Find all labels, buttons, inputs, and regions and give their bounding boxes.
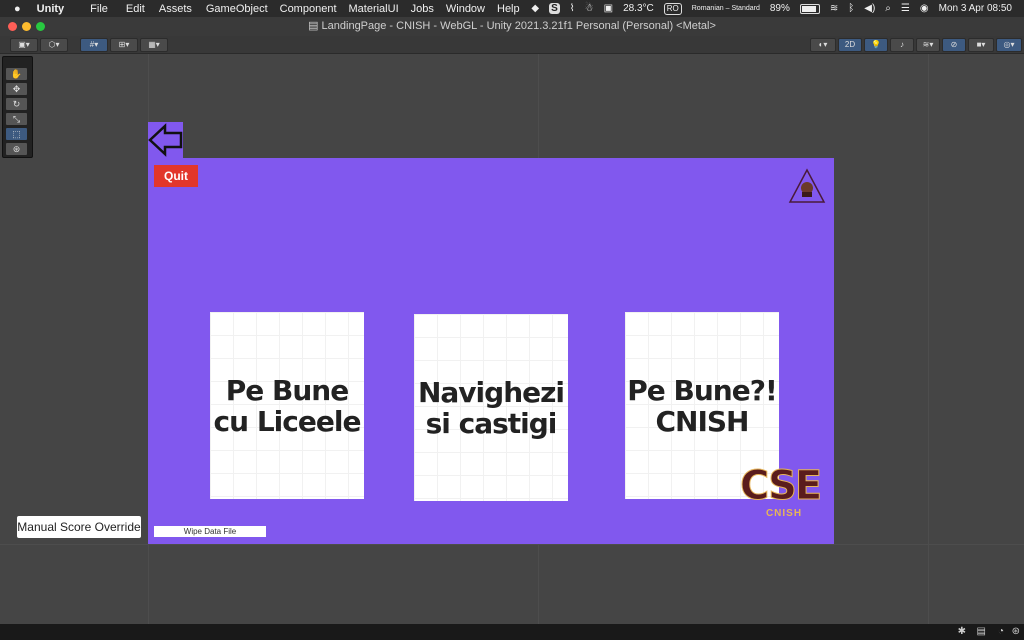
menu-materialui[interactable]: MaterialUI bbox=[349, 3, 399, 15]
scene-tools-panel: ✋ ✥ ↻ ⤡ ⬚ ⊛ bbox=[2, 56, 33, 158]
grid-snapping-dropdown[interactable]: #▾ bbox=[80, 38, 108, 52]
increment-snap-dropdown[interactable]: ⊞▾ bbox=[110, 38, 138, 52]
macos-menu-bar: ● Unity File Edit Assets GameObject Comp… bbox=[0, 0, 1024, 17]
menu-app-name[interactable]: Unity bbox=[37, 3, 65, 15]
apple-icon[interactable]: ● bbox=[14, 3, 21, 15]
zoom-window-button[interactable] bbox=[36, 22, 45, 31]
lighting-toggle-icon[interactable]: 💡 bbox=[864, 38, 888, 52]
cse-logo-text: CSE bbox=[740, 463, 823, 509]
menu-help[interactable]: Help bbox=[497, 3, 520, 15]
audio-toggle-icon[interactable]: ♪ bbox=[890, 38, 914, 52]
hand-tool-icon[interactable]: ✋ bbox=[6, 68, 27, 80]
window-title: LandingPage - CNISH - WebGL - Unity 2021… bbox=[321, 20, 716, 32]
collab-icon[interactable]: ⊛ bbox=[1012, 626, 1020, 637]
mode-2d-toggle[interactable]: 2D bbox=[838, 38, 862, 52]
clip-icon[interactable]: ⌇ bbox=[570, 3, 575, 14]
cse-logo-subtext: CNISH bbox=[765, 508, 803, 519]
scene-view[interactable]: ✋ ✥ ↻ ⤡ ⬚ ⊛ Quit Pe Bune cu Liceele Navi… bbox=[0, 54, 1024, 624]
shading-mode-dropdown[interactable]: ▣▾ bbox=[10, 38, 38, 52]
card-label: Pe Bune cu Liceele bbox=[213, 373, 362, 438]
wifi-icon[interactable]: ≋ bbox=[830, 3, 838, 14]
menu-component[interactable]: Component bbox=[280, 3, 337, 15]
card-navighezi-si-castigi[interactable]: Navighezi si castigi bbox=[414, 314, 568, 501]
spotlight-search-icon[interactable]: ⌕ bbox=[885, 3, 891, 14]
debug-icon[interactable]: ✱ bbox=[958, 626, 966, 637]
left-arrow-icon bbox=[148, 123, 183, 157]
manual-score-override-button[interactable]: Manual Score Override bbox=[17, 516, 141, 538]
unity-status-icon[interactable]: ◆ bbox=[531, 3, 539, 14]
card-pe-bune-cu-liceele[interactable]: Pe Bune cu Liceele bbox=[210, 312, 364, 499]
gizmos-dropdown[interactable]: ◎▾ bbox=[996, 38, 1022, 52]
move-tool-icon[interactable]: ✥ bbox=[6, 83, 27, 95]
cache-icon[interactable]: ▤ bbox=[977, 626, 986, 637]
close-window-button[interactable] bbox=[8, 22, 17, 31]
input-source-badge[interactable]: RO bbox=[663, 2, 682, 15]
control-center-icon[interactable]: ☰ bbox=[901, 3, 910, 14]
camera-dropdown[interactable]: ■▾ bbox=[968, 38, 994, 52]
rect-tool-icon[interactable]: ⬚ bbox=[6, 128, 27, 140]
battery-percent[interactable]: 89% bbox=[770, 3, 790, 14]
progress-icon[interactable]: ◔ bbox=[998, 626, 1004, 637]
menu-gameobject[interactable]: GameObject bbox=[206, 3, 268, 15]
siri-icon[interactable]: ◉ bbox=[920, 3, 929, 14]
menu-jobs[interactable]: Jobs bbox=[411, 3, 434, 15]
card-label: Navighezi si castigi bbox=[417, 375, 565, 440]
card-label: Pe Bune?! CNISH bbox=[627, 373, 777, 438]
quit-button[interactable]: Quit bbox=[154, 165, 198, 187]
menu-clock[interactable]: Mon 3 Apr 08:50 bbox=[939, 3, 1012, 14]
menu-edit[interactable]: Edit bbox=[126, 3, 145, 15]
cse-logo: CSE CNISH bbox=[740, 464, 828, 524]
document-icon: ▤ bbox=[308, 20, 322, 32]
back-arrow-button[interactable] bbox=[148, 122, 183, 158]
minimize-window-button[interactable] bbox=[22, 22, 31, 31]
draw-mode-dropdown[interactable]: ⬡▾ bbox=[40, 38, 68, 52]
orientation-dropdown[interactable]: ◐▾ bbox=[810, 38, 836, 52]
volume-icon[interactable]: ◀) bbox=[864, 3, 875, 14]
temperature-readout[interactable]: 28.3°C bbox=[623, 3, 654, 14]
transform-tool-icon[interactable]: ⊛ bbox=[6, 143, 27, 155]
scene-visibility-icon[interactable]: ⊘ bbox=[942, 38, 966, 52]
window-title-bar: ▤ LandingPage - CNISH - WebGL - Unity 20… bbox=[0, 17, 1024, 37]
temperature-icon[interactable]: ▣ bbox=[604, 3, 613, 14]
scale-tool-icon[interactable]: ⤡ bbox=[6, 113, 27, 125]
battery-icon[interactable] bbox=[799, 3, 820, 14]
effects-dropdown[interactable]: ≋▾ bbox=[916, 38, 940, 52]
skype-icon[interactable]: S bbox=[549, 3, 560, 14]
battery-level-fill bbox=[801, 5, 817, 12]
scene-toolbar: ▣▾ ⬡▾ #▾ ⊞▾ ▦▾ ◐▾ 2D 💡 ♪ ≋▾ ⊘ ■▾ ◎▾ bbox=[0, 36, 1024, 54]
grid-line bbox=[928, 54, 929, 624]
bluetooth-icon[interactable]: ᛒ bbox=[848, 3, 854, 14]
school-emblem-logo bbox=[788, 168, 826, 209]
worker-icon[interactable]: ☃ bbox=[585, 3, 594, 14]
menu-assets[interactable]: Assets bbox=[159, 3, 192, 15]
rotate-tool-icon[interactable]: ↻ bbox=[6, 98, 27, 110]
game-canvas: Quit Pe Bune cu Liceele Navighezi si cas… bbox=[148, 158, 834, 544]
input-source-name[interactable]: Romanian – Standard bbox=[692, 5, 760, 12]
menu-window[interactable]: Window bbox=[446, 3, 485, 15]
wipe-data-file-button[interactable]: Wipe Data File bbox=[154, 526, 266, 537]
status-bar: ✱ ▤ ◔ ⊛ bbox=[0, 624, 1024, 640]
grid-line bbox=[0, 544, 1024, 545]
menu-file[interactable]: File bbox=[90, 3, 108, 15]
gizmo-toggle-dropdown[interactable]: ▦▾ bbox=[140, 38, 168, 52]
